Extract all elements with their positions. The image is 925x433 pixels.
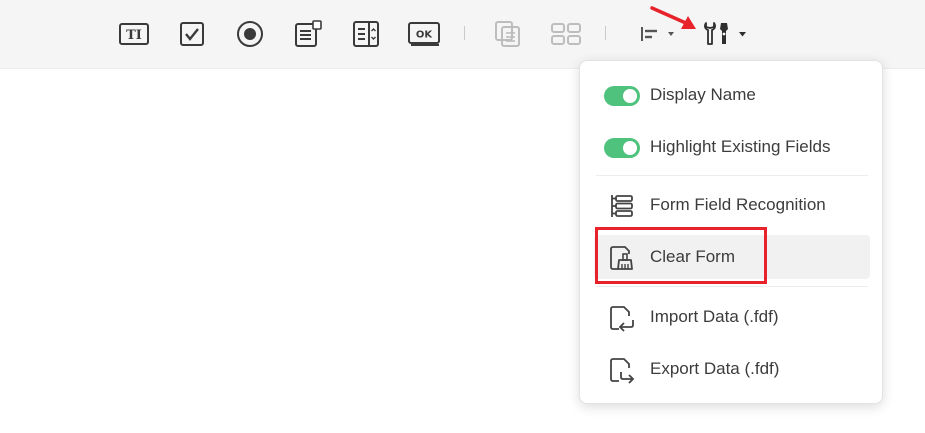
- menu-divider: [596, 175, 868, 176]
- radio-button-icon: [237, 21, 263, 47]
- text-field-icon: TI: [119, 23, 149, 45]
- grid-arrange-icon: [551, 23, 581, 45]
- menu-item-label: Display Name: [650, 85, 756, 104]
- toggle-knob: [623, 89, 637, 103]
- toolbar-divider: [605, 26, 606, 40]
- form-tools-icon: [704, 22, 746, 45]
- menu-item-form-field-recognition[interactable]: Form Field Recognition: [594, 183, 870, 227]
- menu-item-label: Import Data (.fdf): [650, 307, 779, 326]
- duplicate-icon: [495, 21, 520, 47]
- export-data-icon: [610, 358, 635, 384]
- import-data-icon: [610, 306, 634, 332]
- chevron-down-icon: [739, 32, 746, 37]
- annotation-highlight-box: [595, 227, 767, 284]
- text-field-glyph: TI: [126, 28, 142, 43]
- menu-divider: [596, 286, 868, 287]
- menu-item-import-data[interactable]: Import Data (.fdf): [594, 295, 870, 339]
- combo-box-button[interactable]: [346, 14, 386, 54]
- text-field-button[interactable]: TI: [114, 14, 154, 54]
- menu-item-highlight-fields[interactable]: Highlight Existing Fields: [594, 125, 870, 169]
- list-box-button[interactable]: [288, 14, 328, 54]
- menu-item-label: Form Field Recognition: [650, 195, 826, 214]
- push-button-tool[interactable]: OK: [404, 14, 444, 54]
- radio-button-tool[interactable]: [230, 14, 270, 54]
- toolbar-divider: [464, 26, 465, 40]
- display-name-toggle[interactable]: [604, 86, 640, 106]
- highlight-fields-toggle[interactable]: [604, 138, 640, 158]
- push-button-glyph: OK: [416, 30, 434, 41]
- annotation-arrow: [650, 6, 696, 29]
- menu-item-label: Highlight Existing Fields: [650, 137, 831, 156]
- menu-item-export-data[interactable]: Export Data (.fdf): [594, 347, 870, 391]
- grid-arrange-button[interactable]: [546, 14, 586, 54]
- menu-item-label: Export Data (.fdf): [650, 359, 780, 378]
- toggle-knob: [623, 141, 637, 155]
- push-button-icon: OK: [408, 22, 440, 46]
- duplicate-button[interactable]: [488, 14, 528, 54]
- menu-item-display-name[interactable]: Display Name: [594, 73, 870, 117]
- form-toolbar: TI OK: [0, 0, 925, 69]
- list-box-icon: [295, 20, 322, 47]
- form-recognition-icon: [611, 195, 633, 217]
- checkbox-button[interactable]: [172, 14, 212, 54]
- combo-box-icon: [353, 21, 379, 47]
- checkbox-icon: [180, 22, 204, 46]
